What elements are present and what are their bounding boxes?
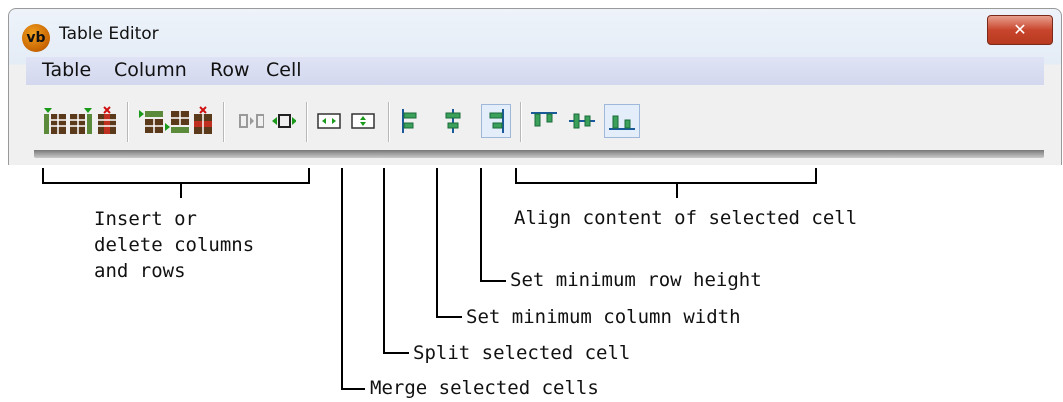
toolbar-bottom-edge [34, 150, 1044, 158]
window-title: Table Editor [59, 24, 159, 44]
label-min-column-width: Set minimum column width [466, 306, 741, 328]
label-insert-line3: and rows [94, 260, 186, 282]
menu-table[interactable]: Table [42, 59, 91, 81]
min-column-width-button[interactable] [316, 105, 342, 137]
min-row-height-icon [351, 113, 375, 129]
insert-column-right-button[interactable] [68, 105, 94, 137]
leader-split-h [383, 352, 409, 354]
merge-cells-button[interactable] [238, 105, 264, 137]
align-right-icon [489, 109, 504, 133]
menu-bar: Table Column Row Cell [26, 57, 1044, 85]
delete-row-icon [194, 106, 212, 134]
toolbar-separator [388, 102, 390, 142]
merge-cells-icon [239, 114, 264, 128]
align-bottom-icon [609, 115, 635, 130]
min-row-height-button[interactable] [350, 105, 376, 137]
toolbar-separator [520, 102, 522, 142]
app-icon: vb [22, 24, 50, 52]
split-cell-button[interactable] [270, 105, 296, 137]
toolbar-separator [223, 102, 225, 142]
insert-row-below-button[interactable] [164, 105, 190, 137]
delete-row-button[interactable] [190, 105, 216, 137]
delete-column-icon [98, 106, 116, 134]
min-column-width-icon [317, 113, 341, 129]
toolbar-separator [306, 102, 308, 142]
menu-row[interactable]: Row [210, 59, 250, 81]
leader-split-v [383, 168, 385, 354]
insert-row-below-icon [165, 111, 189, 133]
bracket-insert-stem [180, 182, 182, 198]
leader-merge-v [341, 168, 343, 390]
menu-column[interactable]: Column [114, 59, 187, 81]
bracket-align-bottom [515, 182, 817, 184]
split-cell-icon [272, 114, 296, 128]
leader-min-column-width-v [436, 168, 438, 318]
label-insert-line2: delete columns [94, 234, 255, 256]
align-middle-icon [569, 113, 595, 129]
align-left-icon [402, 109, 417, 133]
align-right-button[interactable] [481, 104, 511, 138]
insert-row-above-button[interactable] [138, 105, 164, 137]
label-min-row-height: Set minimum row height [510, 269, 762, 291]
menu-cell[interactable]: Cell [266, 59, 302, 81]
label-merge: Merge selected cells [370, 377, 599, 399]
leader-min-row-height-h [480, 280, 506, 282]
insert-row-above-icon [139, 110, 163, 133]
align-center-button[interactable] [440, 105, 466, 137]
title-bar: vb Table Editor ✕ [9, 9, 1061, 61]
align-center-icon [445, 109, 461, 133]
align-top-icon [531, 112, 557, 127]
align-bottom-button[interactable] [604, 104, 640, 138]
close-button[interactable]: ✕ [987, 15, 1053, 45]
toolbar-separator [127, 102, 129, 142]
label-split: Split selected cell [413, 342, 631, 364]
delete-column-button[interactable] [94, 105, 120, 137]
insert-column-right-icon [70, 108, 92, 134]
leader-min-row-height-v [480, 168, 482, 282]
bracket-insert-bottom [42, 182, 310, 184]
leader-min-column-width-h [436, 316, 462, 318]
leader-merge-h [341, 388, 365, 390]
insert-column-left-icon [44, 108, 66, 134]
align-top-button[interactable] [528, 105, 560, 137]
label-insert-line1: Insert or [94, 208, 197, 230]
align-left-button[interactable] [398, 105, 424, 137]
bracket-align-stem [676, 182, 678, 198]
insert-column-left-button[interactable] [42, 105, 68, 137]
label-align: Align content of selected cell [514, 207, 858, 229]
align-middle-button[interactable] [566, 105, 598, 137]
